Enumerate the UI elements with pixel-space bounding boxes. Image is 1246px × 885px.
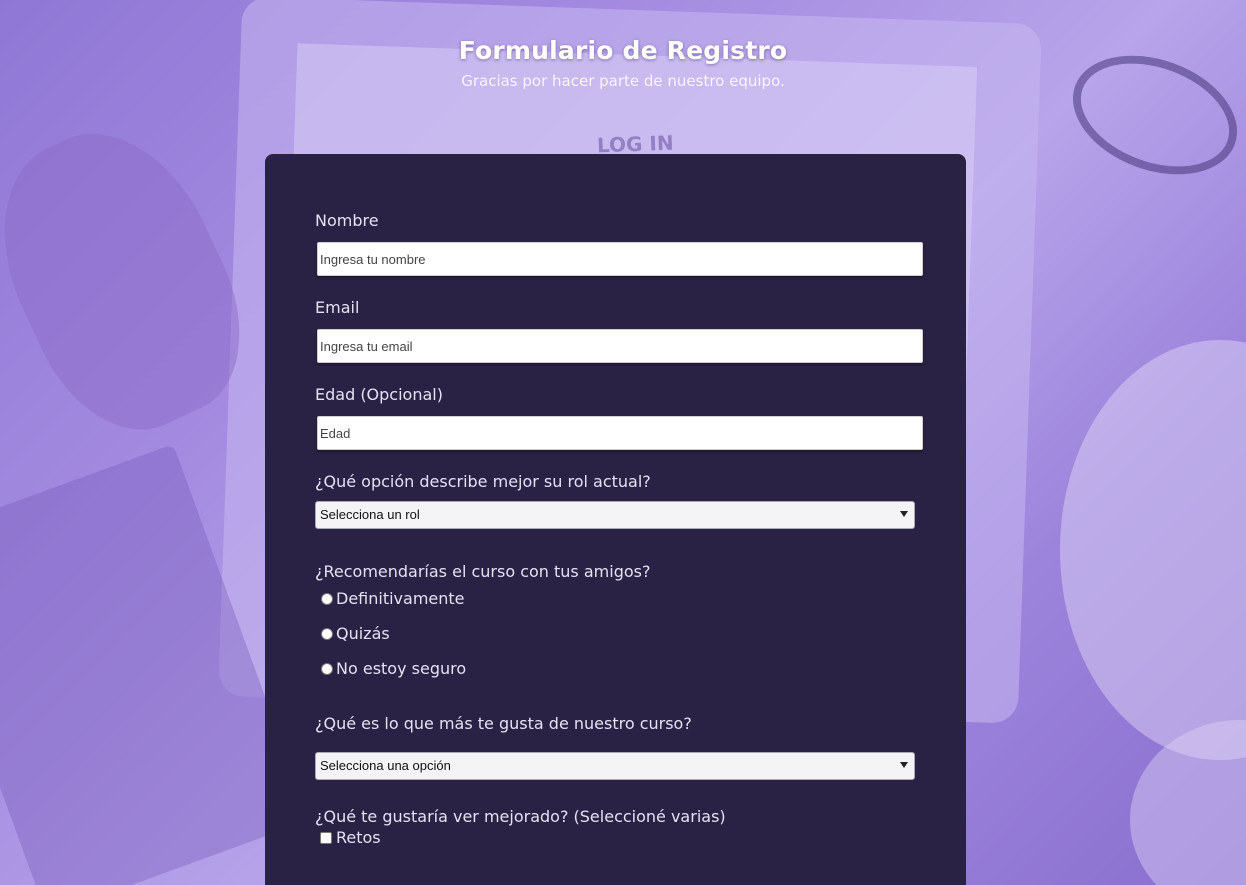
registration-form: Nombre Email Edad (Opcional) ¿Qué opción… (265, 154, 966, 885)
name-input[interactable] (317, 242, 923, 276)
plate-illustration (1060, 340, 1246, 760)
favorite-label: ¿Qué es lo que más te gusta de nuestro c… (315, 714, 692, 733)
email-input[interactable] (317, 329, 923, 363)
radio-option-definitely[interactable]: Definitivamente (321, 581, 924, 616)
radio-label: Definitivamente (336, 589, 465, 608)
recommend-group: ¿Recomendarías el curso con tus amigos? … (315, 562, 924, 686)
page-header: Formulario de Registro Gracias por hacer… (0, 36, 1246, 90)
radio-option-maybe[interactable]: Quizás (321, 616, 924, 651)
role-select[interactable]: Selecciona un rol (315, 501, 915, 529)
improve-label: ¿Qué te gustaría ver mejorado? (Seleccio… (315, 807, 726, 826)
radio-button[interactable] (321, 627, 333, 640)
age-label: Edad (Opcional) (315, 385, 443, 404)
role-select-value: Selecciona un rol (320, 507, 420, 522)
role-group: ¿Qué opción describe mejor su rol actual… (315, 472, 924, 529)
favorite-select[interactable]: Selecciona una opción (315, 752, 915, 780)
page-title: Formulario de Registro (458, 36, 788, 65)
recommend-label: ¿Recomendarías el curso con tus amigos? (315, 562, 651, 581)
checkbox-option-retos[interactable]: Retos (320, 828, 924, 847)
radio-option-not-sure[interactable]: No estoy seguro (321, 651, 924, 686)
improve-group: ¿Qué te gustaría ver mejorado? (Seleccio… (315, 807, 924, 847)
age-input[interactable] (317, 416, 923, 450)
name-group: Nombre (315, 211, 924, 276)
radio-label: Quizás (336, 624, 390, 643)
chevron-down-icon (900, 762, 908, 768)
radio-label: No estoy seguro (336, 659, 467, 678)
email-group: Email (315, 298, 924, 363)
role-label: ¿Qué opción describe mejor su rol actual… (315, 472, 651, 491)
favorite-group: ¿Qué es lo que más te gusta de nuestro c… (315, 714, 924, 780)
checkbox[interactable] (320, 831, 332, 844)
chevron-down-icon (900, 511, 908, 517)
name-label: Nombre (315, 211, 379, 230)
cup-illustration (1130, 720, 1246, 885)
favorite-select-value: Selecciona una opción (320, 758, 451, 773)
radio-button[interactable] (321, 592, 333, 605)
email-label: Email (315, 298, 360, 317)
page-subtitle: Gracias por hacer parte de nuestro equip… (461, 72, 785, 90)
age-group: Edad (Opcional) (315, 385, 924, 450)
checkbox-label: Retos (336, 828, 381, 847)
radio-button[interactable] (321, 662, 333, 675)
